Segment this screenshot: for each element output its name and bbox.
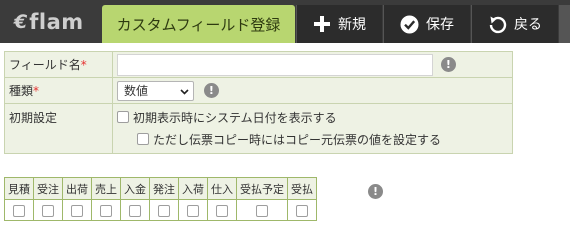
doc-type-cell <box>207 199 237 221</box>
doc-type-header: 売上 <box>91 177 121 200</box>
check-circle-icon <box>400 15 419 34</box>
doc-type-cell <box>62 199 92 221</box>
doc-type-header: 受注 <box>33 177 63 200</box>
initial-setting-row: 初期設定 初期表示時にシステム日付を表示する ただし伝票コピー時にはコピー元伝票… <box>4 103 513 154</box>
app-logo[interactable]: € flam <box>14 9 84 35</box>
doc-type-header: 出荷 <box>62 177 92 200</box>
info-icon[interactable]: ! <box>203 83 219 98</box>
custom-field-form: フィールド名* ! 種類* 数値 ! 初期設定 初期表示時にシステム日付を表示す… <box>4 51 513 154</box>
new-button[interactable]: 新規 <box>296 5 382 43</box>
document-type-grid: 見積 受注 出荷 売上 入金 発注 入荷 仕入 受払予定 受払 <box>4 177 317 221</box>
required-mark: * <box>33 84 40 98</box>
type-select[interactable]: 数値 <box>117 80 194 101</box>
system-date-option-label: 初期表示時にシステム日付を表示する <box>133 110 337 125</box>
doc-type-cell <box>178 199 208 221</box>
doc-type-cell <box>4 199 34 221</box>
field-name-label-cell: フィールド名* <box>4 51 113 78</box>
doc-type-header: 見積 <box>4 177 34 200</box>
field-name-value-cell: ! <box>112 51 513 78</box>
doc-type-header: 仕入 <box>207 177 237 200</box>
field-name-input[interactable] <box>117 53 433 76</box>
doc-type-checkbox[interactable] <box>100 204 112 217</box>
doc-type-checkbox[interactable] <box>42 204 54 217</box>
type-label: 種類 <box>9 84 34 98</box>
doc-type-header: 入荷 <box>178 177 208 200</box>
doc-type-checkbox[interactable] <box>129 204 141 217</box>
tab-custom-field-register[interactable]: カスタムフィールド登録 <box>102 5 295 43</box>
doc-type-cell <box>120 199 150 221</box>
info-icon[interactable]: ! <box>440 57 456 72</box>
initial-setting-label-cell: 初期設定 <box>4 103 113 154</box>
copy-source-checkbox[interactable] <box>137 133 149 145</box>
doc-type-cell <box>149 199 179 221</box>
doc-type-header: 受払予定 <box>236 177 288 200</box>
initial-setting-value-cell: 初期表示時にシステム日付を表示する ただし伝票コピー時にはコピー元伝票の値を設定… <box>112 103 513 154</box>
copy-source-option-label: ただし伝票コピー時にはコピー元伝票の値を設定する <box>153 132 442 147</box>
field-name-label: フィールド名 <box>9 58 81 72</box>
option-system-date: 初期表示時にシステム日付を表示する <box>117 106 512 128</box>
type-row: 種類* 数値 ! <box>4 77 513 104</box>
type-value-cell: 数値 ! <box>112 77 513 104</box>
plus-icon <box>313 15 331 33</box>
doc-type-checkbox[interactable] <box>216 204 228 217</box>
doc-type-checkbox[interactable] <box>71 204 83 217</box>
doc-type-cell <box>33 199 63 221</box>
doc-type-checkbox[interactable] <box>13 204 25 217</box>
document-type-checkbox-row <box>4 199 317 221</box>
doc-type-checkbox[interactable] <box>296 204 308 217</box>
document-type-header-row: 見積 受注 出荷 売上 入金 発注 入荷 仕入 受払予定 受払 <box>4 177 317 200</box>
back-button[interactable]: 戻る <box>471 5 558 43</box>
type-label-cell: 種類* <box>4 77 113 104</box>
top-navigation-bar: € flam カスタムフィールド登録 新規 保存 戻る <box>0 0 570 43</box>
doc-type-header: 受払 <box>287 177 317 200</box>
doc-type-checkbox[interactable] <box>158 204 170 217</box>
required-mark: * <box>80 58 87 72</box>
type-select-value: 数値 <box>124 84 149 98</box>
doc-type-cell <box>236 199 288 221</box>
save-button[interactable]: 保存 <box>383 5 470 43</box>
option-copy-source: ただし伝票コピー時にはコピー元伝票の値を設定する <box>117 128 512 150</box>
initial-setting-label: 初期設定 <box>9 111 58 125</box>
info-icon[interactable]: ! <box>368 184 383 199</box>
undo-icon <box>488 15 507 34</box>
logo-wordmark: flam <box>29 10 84 34</box>
doc-type-header: 入金 <box>120 177 150 200</box>
system-date-checkbox[interactable] <box>117 111 129 123</box>
field-name-row: フィールド名* ! <box>4 51 513 78</box>
doc-type-checkbox[interactable] <box>187 204 199 217</box>
doc-type-checkbox[interactable] <box>256 204 268 217</box>
doc-type-cell <box>287 199 317 221</box>
save-button-label: 保存 <box>426 17 454 33</box>
doc-type-cell <box>91 199 121 221</box>
chevron-down-icon <box>180 84 189 98</box>
doc-type-header: 発注 <box>149 177 179 200</box>
back-button-label: 戻る <box>514 17 542 33</box>
logo-mark: € <box>14 11 28 33</box>
new-button-label: 新規 <box>338 17 366 33</box>
toolbar-overflow[interactable] <box>559 5 570 43</box>
